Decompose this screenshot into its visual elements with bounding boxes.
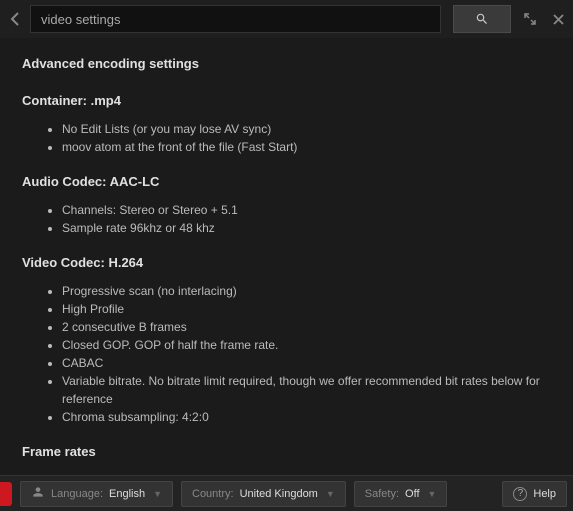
list-item: No Edit Lists (or you may lose AV sync)	[62, 120, 551, 138]
language-button[interactable]: Language: English ▼	[20, 481, 173, 507]
back-button[interactable]	[6, 4, 24, 34]
list-item: Progressive scan (no interlacing)	[62, 282, 551, 300]
caret-down-icon: ▼	[153, 489, 162, 499]
language-label: Language:	[51, 488, 103, 500]
search-button[interactable]	[453, 5, 511, 33]
search-input[interactable]	[30, 5, 441, 33]
list-item: Channels: Stereo or Stereo + 5.1	[62, 201, 551, 219]
brand-strip	[0, 482, 12, 506]
section-list: Progressive scan (no interlacing)High Pr…	[22, 282, 551, 426]
list-item: Closed GOP. GOP of half the frame rate.	[62, 336, 551, 354]
list-item: moov atom at the front of the file (Fast…	[62, 138, 551, 156]
section-title: Audio Codec: AAC-LC	[22, 174, 551, 189]
section-list: No Edit Lists (or you may lose AV sync)m…	[22, 120, 551, 156]
section-title: Frame rates	[22, 444, 551, 459]
search-icon	[475, 12, 489, 26]
help-icon: ?	[513, 487, 527, 501]
bottombar: Language: English ▼ Country: United King…	[0, 475, 573, 511]
safety-button[interactable]: Safety: Off ▼	[354, 481, 448, 507]
topbar	[0, 0, 573, 38]
list-item: CABAC	[62, 354, 551, 372]
list-item: Variable bitrate. No bitrate limit requi…	[62, 372, 551, 408]
language-value: English	[109, 488, 145, 500]
content-panel[interactable]: Advanced encoding settings Container: .m…	[0, 38, 573, 475]
page-heading: Advanced encoding settings	[22, 56, 551, 71]
country-button[interactable]: Country: United Kingdom ▼	[181, 481, 346, 507]
list-item: Chroma subsampling: 4:2:0	[62, 408, 551, 426]
list-item: Sample rate 96khz or 48 khz	[62, 219, 551, 237]
caret-down-icon: ▼	[428, 489, 437, 499]
safety-value: Off	[405, 488, 419, 500]
help-label: Help	[533, 488, 556, 500]
country-value: United Kingdom	[240, 488, 318, 500]
list-item: High Profile	[62, 300, 551, 318]
section-title: Video Codec: H.264	[22, 255, 551, 270]
safety-label: Safety:	[365, 488, 399, 500]
user-icon	[31, 485, 45, 502]
section-list: Channels: Stereo or Stereo + 5.1Sample r…	[22, 201, 551, 237]
expand-icon[interactable]	[521, 10, 539, 28]
list-item: 2 consecutive B frames	[62, 318, 551, 336]
section-title: Container: .mp4	[22, 93, 551, 108]
help-button[interactable]: ? Help	[502, 481, 567, 507]
close-icon[interactable]	[549, 10, 567, 28]
caret-down-icon: ▼	[326, 489, 335, 499]
country-label: Country:	[192, 488, 234, 500]
